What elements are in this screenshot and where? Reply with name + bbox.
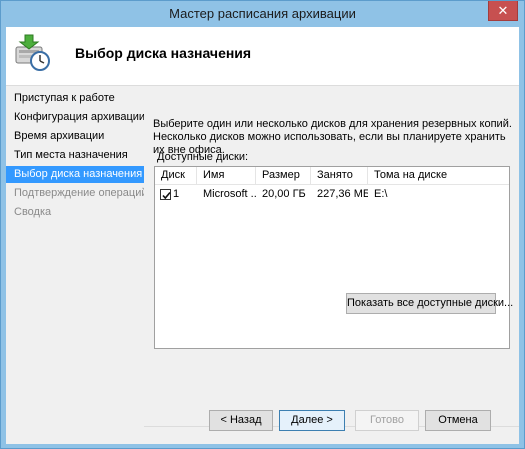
nav-item-backup-time[interactable]: Время архивации — [6, 128, 144, 145]
column-header-name[interactable]: Имя — [197, 167, 256, 184]
wizard-window: Мастер расписания архивации ✕ Выбор диск… — [0, 0, 525, 449]
nav-item-select-destination-disk[interactable]: Выбор диска назначения — [6, 166, 144, 183]
table-row[interactable]: 1 Microsoft ... 20,00 ГБ 227,36 МБ E:\ — [155, 186, 509, 203]
column-header-volumes[interactable]: Тома на диске — [368, 167, 509, 184]
nav-item-summary: Сводка — [14, 206, 52, 218]
close-button[interactable]: ✕ — [488, 1, 518, 21]
backup-schedule-icon — [15, 34, 50, 71]
nav-item-getting-started[interactable]: Приступая к работе — [6, 90, 144, 107]
window-title: Мастер расписания архивации — [169, 6, 356, 21]
page-title: Выбор диска назначения — [75, 45, 252, 61]
back-button[interactable]: < Назад — [209, 410, 273, 431]
finish-button: Готово — [355, 410, 419, 431]
column-header-disk[interactable]: Диск — [155, 167, 197, 184]
wizard-client-area: Выбор диска назначения Приступая к работ… — [6, 27, 519, 444]
cell-disk: 1 — [173, 188, 180, 200]
cell-volumes: E:\ — [374, 188, 388, 200]
cancel-button[interactable]: Отмена — [425, 410, 491, 431]
title-bar[interactable]: Мастер расписания архивации ✕ — [1, 1, 524, 27]
column-header-size[interactable]: Размер — [256, 167, 311, 184]
nav-item-destination-type[interactable]: Тип места назначения — [6, 147, 144, 164]
nav-item-backup-configuration[interactable]: Конфигурация архивации — [6, 109, 145, 126]
close-icon: ✕ — [497, 3, 509, 18]
wizard-main-panel: Выберите один или несколько дисков для х… — [144, 86, 519, 444]
nav-item-confirmation: Подтверждение операций — [14, 187, 148, 199]
next-button[interactable]: Далее > — [279, 410, 345, 431]
wizard-steps-nav: Приступая к работе Конфигурация архиваци… — [6, 86, 148, 444]
show-all-disks-button[interactable]: Показать все доступные диски... — [346, 293, 513, 314]
available-disks-list[interactable]: Диск Имя Размер Занято Тома на диске 1 M… — [154, 166, 510, 349]
list-header: Диск Имя Размер Занято Тома на диске — [155, 167, 509, 185]
column-header-used[interactable]: Занято — [311, 167, 368, 184]
cell-used: 227,36 МБ — [317, 188, 368, 200]
cell-name: Microsoft ... — [203, 188, 256, 200]
cell-size: 20,00 ГБ — [262, 188, 306, 200]
available-disks-label: Доступные диски: — [157, 151, 249, 163]
wizard-header: Выбор диска назначения — [6, 27, 519, 85]
